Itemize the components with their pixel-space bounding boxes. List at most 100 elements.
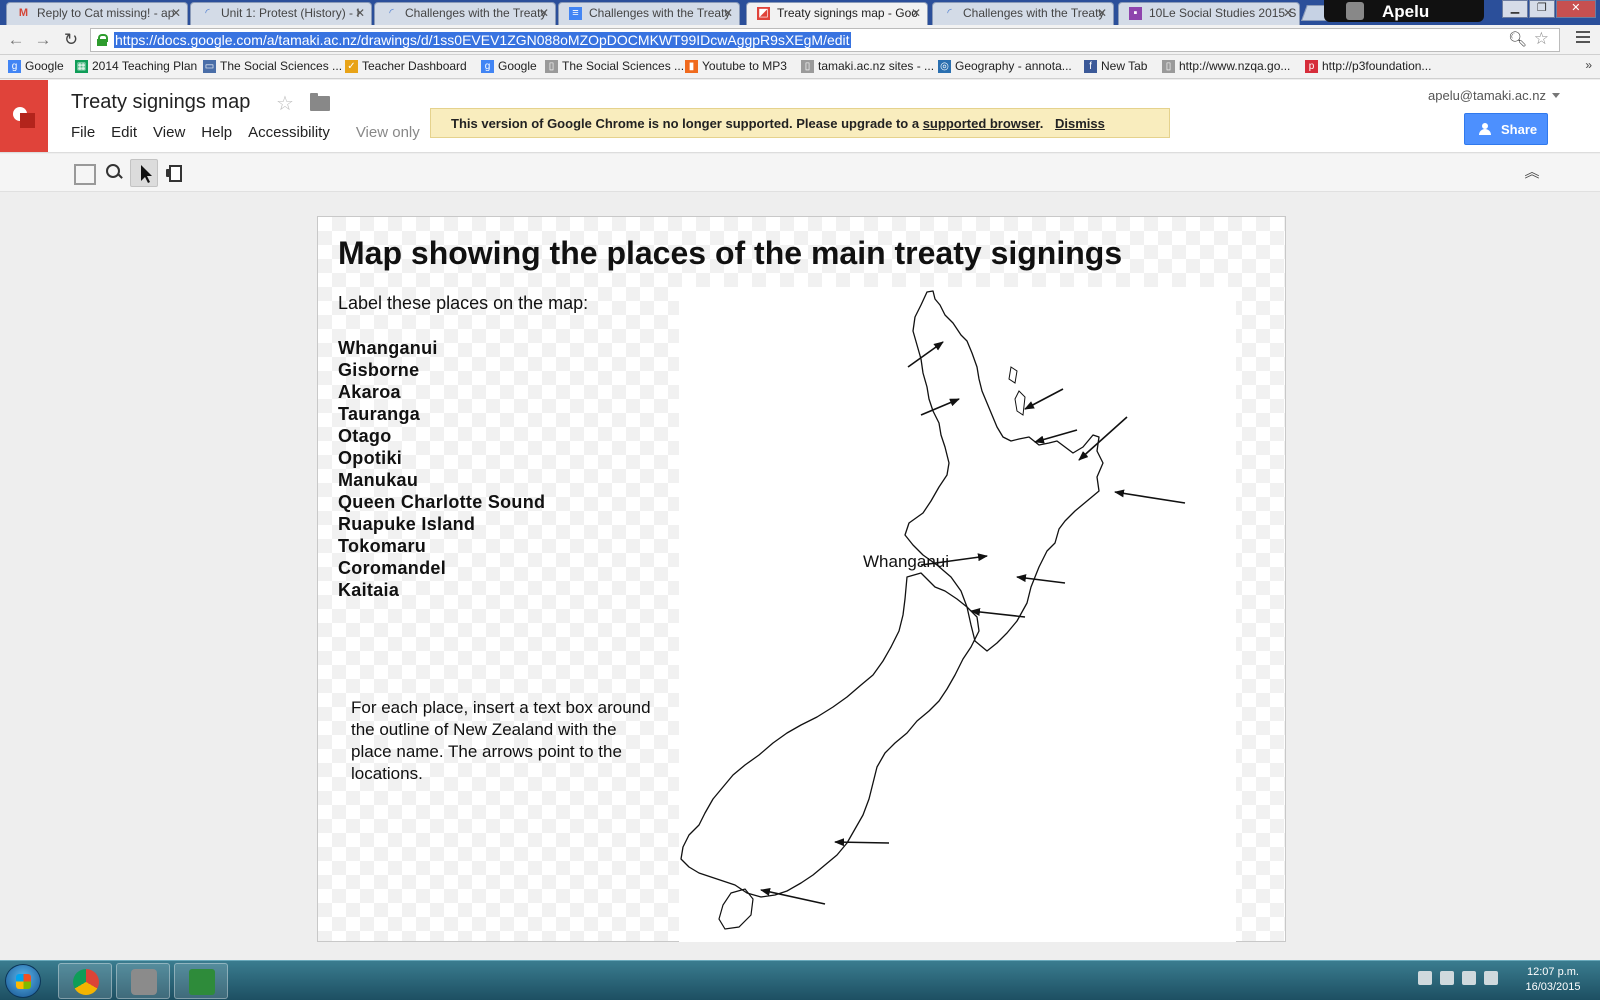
bookmark-item[interactable]: g Google — [8, 59, 64, 73]
tray-network-icon[interactable] — [1462, 971, 1476, 985]
tab-label: Challenges with the Treaty — [963, 6, 1105, 20]
dismiss-link[interactable]: Dismiss — [1055, 116, 1105, 131]
menu-help[interactable]: Help — [201, 124, 232, 141]
menu-view[interactable]: View — [153, 124, 185, 141]
account-switcher[interactable]: apelu@tamaki.ac.nz — [1428, 88, 1560, 103]
place-item: Ruapuke Island — [338, 514, 476, 534]
bookmark-item[interactable]: p http://p3foundation... — [1305, 59, 1431, 73]
system-clock[interactable]: 12:07 p.m. 16/03/2015 — [1518, 965, 1588, 995]
place-item: Queen Charlotte Sound — [338, 492, 546, 512]
south-island-outline — [680, 572, 980, 898]
bookmark-item[interactable]: ▮ Youtube to MP3 — [685, 59, 787, 73]
place-item: Akaroa — [338, 382, 401, 402]
minimize-icon[interactable]: ▁ — [1502, 0, 1528, 18]
menu-accessibility[interactable]: Accessibility — [248, 124, 330, 141]
folder-icon[interactable] — [310, 93, 330, 111]
profile-badge[interactable]: Apelu — [1324, 0, 1484, 22]
star-icon[interactable]: ☆ — [276, 91, 294, 116]
supported-browser-link[interactable]: supported browser — [923, 116, 1040, 131]
places-list: Whanganui Gisborne Akaroa Tauranga Otago… — [338, 337, 545, 601]
tab-label: Challenges with the Treaty — [589, 6, 731, 20]
url-text[interactable]: https://docs.google.com/a/tamaki.ac.nz/d… — [114, 32, 851, 48]
chrome-taskbar-button[interactable] — [58, 963, 112, 999]
bookmark-item[interactable]: ✓ Teacher Dashboard — [345, 59, 467, 73]
bookmark-item[interactable]: ◎ Geography - annota... — [938, 59, 1072, 73]
bookmark-label: http://www.nzqa.go... — [1179, 59, 1291, 73]
page-icon: ▯ — [1162, 60, 1175, 73]
bookmark-label: tamaki.ac.nz sites - ... — [818, 59, 935, 73]
loading-icon: ◜ — [947, 7, 952, 19]
close-window-icon[interactable]: ✕ — [1555, 0, 1596, 18]
address-bar[interactable]: https://docs.google.com/a/tamaki.ac.nz/d… — [90, 28, 1560, 52]
bookmark-item[interactable]: ▯ http://www.nzqa.go... — [1162, 59, 1290, 73]
clock-time: 12:07 p.m. — [1527, 966, 1579, 978]
close-tab-icon[interactable]: ✕ — [1097, 6, 1107, 20]
share-button[interactable]: Share — [1464, 113, 1548, 145]
place-item: Whanganui — [338, 338, 438, 358]
google-icon: g — [8, 60, 21, 73]
google-icon: g — [481, 60, 494, 73]
close-tab-icon[interactable]: ✕ — [355, 6, 365, 20]
bookmark-item[interactable]: ▯ tamaki.ac.nz sites - ... — [801, 59, 934, 73]
drawings-logo-icon[interactable] — [0, 80, 48, 152]
zoom-icon[interactable] — [100, 159, 128, 187]
chrome-icon — [73, 969, 99, 995]
tab-label: Unit 1: Protest (History) - I — [221, 6, 360, 20]
user-email: apelu@tamaki.ac.nz — [1428, 88, 1546, 103]
print-icon[interactable] — [160, 159, 188, 187]
user-app-taskbar-button[interactable] — [116, 963, 170, 999]
chrome-menu-icon[interactable] — [1576, 31, 1590, 45]
browser-tab[interactable]: M Reply to Cat missing! - ap ✕ — [6, 2, 188, 25]
browser-tab-strip: M Reply to Cat missing! - ap ✕ ◜ Unit 1:… — [0, 0, 1600, 25]
unsupported-browser-banner: This version of Google Chrome is no long… — [430, 108, 1170, 138]
drawing-canvas[interactable]: Map showing the places of the main treat… — [317, 216, 1286, 942]
site-icon: ▭ — [203, 60, 216, 73]
browser-tab[interactable]: ◜ Challenges with the Treaty ✕ — [932, 2, 1114, 25]
close-tab-icon[interactable]: ✕ — [171, 6, 181, 20]
bookmarks-overflow-icon[interactable]: » — [1585, 58, 1592, 72]
bookmark-item[interactable]: g Google — [481, 59, 537, 73]
windows-taskbar: 12:07 p.m. 16/03/2015 — [0, 960, 1600, 1000]
tray-user-icon[interactable] — [1418, 971, 1432, 985]
reload-icon[interactable]: ↻ — [60, 29, 82, 51]
bookmark-item[interactable]: f New Tab — [1084, 59, 1147, 73]
bookmark-item[interactable]: ▯ The Social Sciences ... — [545, 59, 684, 73]
collapse-toolbar-icon[interactable]: ︽ — [1522, 163, 1542, 183]
browser-tab[interactable]: ◜ Unit 1: Protest (History) - I ✕ — [190, 2, 372, 25]
forward-arrow-icon[interactable]: → — [32, 29, 54, 51]
bookmark-label: Google — [498, 59, 537, 73]
bookmarks-bar: g Google ▦ 2014 Teaching Plan ▭ The Social … — [0, 55, 1600, 79]
close-tab-icon[interactable]: ✕ — [911, 6, 921, 20]
classroom-icon: ▪ — [1129, 7, 1142, 20]
browser-toolbar: ← → ↻ https://docs.google.com/a/tamaki.a… — [0, 25, 1600, 55]
zoom-icon[interactable]: 🔍︎ — [1508, 30, 1527, 48]
lock-icon — [97, 34, 108, 46]
menu-file[interactable]: File — [71, 124, 95, 141]
bookmark-star-icon[interactable]: ☆ — [1534, 29, 1549, 49]
bookmark-label: Google — [25, 59, 64, 73]
restore-icon[interactable]: ❐ — [1528, 0, 1555, 18]
browser-tab-active[interactable]: ◩ Treaty signings map - Goo ✕ — [746, 2, 928, 25]
drawings-header: Treaty signings map ☆ File Edit View Hel… — [0, 80, 1600, 153]
bookmark-item[interactable]: ▦ 2014 Teaching Plan — [75, 59, 197, 73]
close-tab-icon[interactable]: ✕ — [539, 6, 549, 20]
bookmark-item[interactable]: ▭ The Social Sciences ... — [203, 59, 342, 73]
spreadsheet-taskbar-button[interactable] — [174, 963, 228, 999]
dashboard-icon: ✓ — [345, 60, 358, 73]
tray-sync-icon[interactable] — [1440, 971, 1454, 985]
select-pointer-icon[interactable] — [130, 159, 158, 187]
start-button-icon[interactable] — [5, 964, 41, 998]
close-tab-icon[interactable]: ✕ — [1283, 6, 1293, 20]
tab-label: Challenges with the Treaty — [405, 6, 547, 20]
fit-to-screen-icon[interactable] — [70, 159, 98, 187]
browser-tab[interactable]: ≡ Challenges with the Treaty ✕ — [558, 2, 740, 25]
back-arrow-icon[interactable]: ← — [5, 29, 27, 51]
browser-tab[interactable]: ▪ 10Le Social Studies 2015 S ✕ — [1118, 2, 1300, 25]
browser-tab[interactable]: ◜ Challenges with the Treaty ✕ — [374, 2, 556, 25]
document-title[interactable]: Treaty signings map — [71, 91, 250, 114]
tray-security-icon[interactable] — [1484, 971, 1498, 985]
view-only-label: View only — [355, 124, 420, 141]
menu-edit[interactable]: Edit — [111, 124, 137, 141]
close-tab-icon[interactable]: ✕ — [723, 6, 733, 20]
whanganui-map-label[interactable]: Whanganui — [863, 552, 949, 572]
